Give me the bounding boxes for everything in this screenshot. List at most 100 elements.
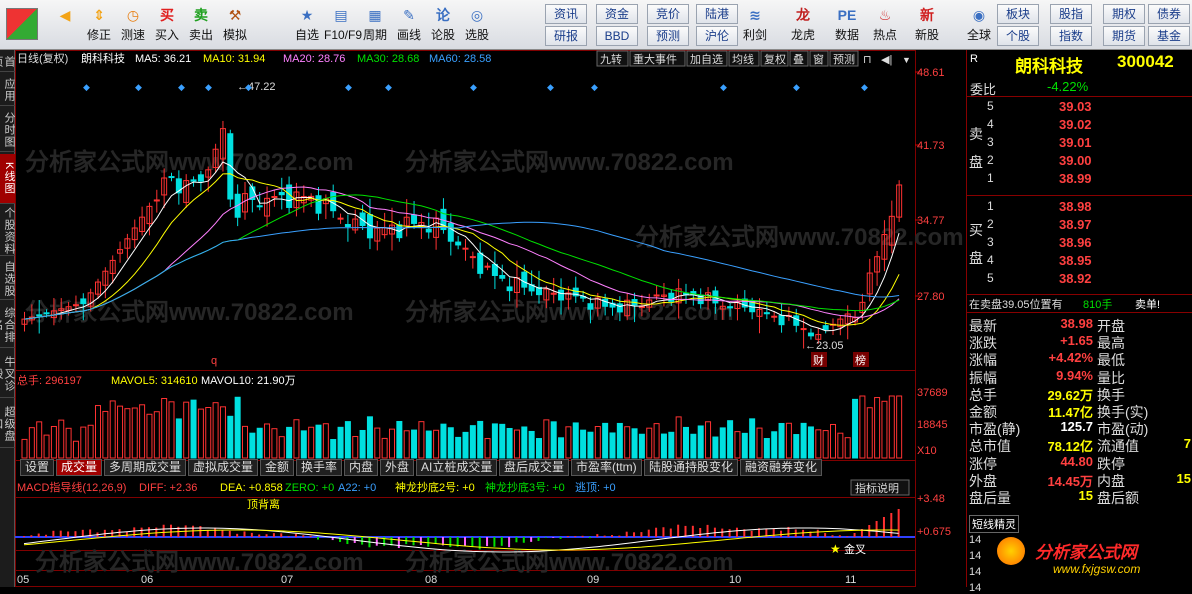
sell-price[interactable]: 39.02 bbox=[1059, 117, 1092, 132]
event-marker-icon[interactable]: ◆ bbox=[591, 82, 598, 92]
market-button-5[interactable]: 指数 bbox=[1050, 26, 1092, 46]
speed-test-button[interactable]: ◷ 测速 bbox=[116, 2, 150, 48]
indicator-tab-2[interactable]: 多周期成交量 bbox=[104, 459, 187, 476]
event-marker-icon[interactable]: ◆ bbox=[245, 82, 252, 92]
indicator-tab-1[interactable]: 成交量 bbox=[56, 459, 103, 476]
market-button-2[interactable]: 期权 bbox=[1103, 4, 1145, 24]
sidebar-tab-7[interactable]: 牛叉诊股 bbox=[0, 350, 15, 398]
sidebar-tab-5[interactable]: 自选股 bbox=[0, 258, 15, 300]
discuss-button[interactable]: 论论股 bbox=[426, 2, 460, 48]
dragon-tiger-button[interactable]: 龙龙虎 bbox=[786, 2, 820, 48]
event-marker-icon[interactable]: ◆ bbox=[345, 82, 352, 92]
market-button-7[interactable]: 基金 bbox=[1148, 26, 1190, 46]
indicator-tab-4[interactable]: 金额 bbox=[260, 459, 295, 476]
fix-button[interactable]: ⇕ 修正 bbox=[82, 2, 116, 48]
chart-button-label: 窗 bbox=[813, 52, 824, 66]
event-marker-icon[interactable]: ◆ bbox=[547, 82, 554, 92]
chart-area[interactable]: 分析家公式网www.70822.com 分析家公式网www.70822.com 分析… bbox=[15, 50, 965, 587]
quick-button-0[interactable]: 资讯 bbox=[545, 4, 587, 24]
global-button[interactable]: ◉ 全球 bbox=[962, 2, 996, 48]
quick-button-5[interactable]: BBD bbox=[596, 26, 638, 46]
event-marker-icon[interactable]: ◆ bbox=[470, 82, 477, 92]
indicator-tab-6[interactable]: 内盘 bbox=[344, 459, 379, 476]
period-button[interactable]: ▦ 周期 bbox=[358, 2, 392, 48]
sidebar-tab-4[interactable]: 个股资料 bbox=[0, 206, 15, 256]
stock-picker-button[interactable]: ◎ 选股 bbox=[460, 2, 494, 48]
market-button-1[interactable]: 股指 bbox=[1050, 4, 1092, 24]
volume-bar bbox=[594, 426, 601, 459]
indicator-tab-3[interactable]: 虚拟成交量 bbox=[188, 459, 259, 476]
speaker-icon[interactable]: ◀| bbox=[881, 54, 892, 66]
quick-button-3[interactable]: 陆港 bbox=[696, 4, 738, 24]
simulate-button[interactable]: ⚒ 模拟 bbox=[218, 2, 252, 48]
market-button-4[interactable]: 个股 bbox=[997, 26, 1039, 46]
sidebar-tab-1[interactable]: 应用 bbox=[0, 74, 15, 106]
sidebar-tab-6[interactable]: 综合排名 bbox=[0, 302, 15, 348]
new-stock-button[interactable]: 新新股 bbox=[910, 2, 944, 48]
hotspot-button[interactable]: ♨ 热点 bbox=[868, 2, 902, 48]
mark-q[interactable]: q bbox=[211, 355, 217, 367]
buy-price[interactable]: 38.98 bbox=[1059, 199, 1092, 214]
buy-price[interactable]: 38.97 bbox=[1059, 217, 1092, 232]
market-button-3[interactable]: 债券 bbox=[1148, 4, 1190, 24]
quick-button-6[interactable]: 预测 bbox=[647, 26, 689, 46]
buy-price[interactable]: 38.96 bbox=[1059, 235, 1092, 250]
event-marker-icon[interactable]: ◆ bbox=[720, 82, 727, 92]
draw-line-button[interactable]: ✎ 画线 bbox=[392, 2, 426, 48]
left-sidebar: 首页应用分时图 K线图个股资料自选股综合排名牛叉诊股超级盘口 bbox=[0, 50, 15, 587]
quick-button-1[interactable]: 资金 bbox=[596, 4, 638, 24]
sell-price[interactable]: 38.99 bbox=[1059, 171, 1092, 186]
sidebar-tab-8[interactable]: 超级盘口 bbox=[0, 400, 15, 448]
event-marker-icon[interactable]: ◆ bbox=[83, 82, 90, 92]
buy-price[interactable]: 38.92 bbox=[1059, 271, 1092, 286]
candle-body bbox=[558, 289, 565, 301]
indicator-tab-8[interactable]: AI立桩成交量 bbox=[416, 459, 498, 476]
volume-bar bbox=[690, 433, 697, 459]
buy-price[interactable]: 38.95 bbox=[1059, 253, 1092, 268]
indicator-tab-11[interactable]: 陆股通持股变化 bbox=[644, 459, 739, 476]
data-button[interactable]: PE 数据 bbox=[830, 2, 864, 48]
event-marker-icon[interactable]: ◆ bbox=[385, 82, 392, 92]
f10-button[interactable]: ▤ F10/F9 bbox=[324, 2, 362, 48]
market-button-0[interactable]: 板块 bbox=[997, 4, 1039, 24]
kline-svg[interactable]: 分析家公式网www.70822.com 分析家公式网www.70822.com 分析… bbox=[15, 50, 965, 587]
dragon-tiger-button-label: 龙虎 bbox=[790, 28, 815, 42]
duanxian-title[interactable]: 短线精灵 bbox=[969, 515, 1019, 533]
volume-bar bbox=[139, 404, 146, 459]
sidebar-tab-0[interactable]: 首页 bbox=[0, 52, 15, 72]
quick-button-4[interactable]: 研报 bbox=[545, 26, 587, 46]
sell-button[interactable]: 卖卖出 bbox=[184, 2, 218, 48]
event-marker-icon[interactable]: ◆ bbox=[178, 82, 185, 92]
sell-price[interactable]: 39.00 bbox=[1059, 153, 1092, 168]
sidebar-tab-2[interactable]: 分时图 bbox=[0, 108, 15, 152]
indicator-tab-7[interactable]: 外盘 bbox=[380, 459, 415, 476]
indicator-tab-0[interactable]: 设置 bbox=[20, 459, 55, 476]
volume-bar bbox=[638, 433, 645, 459]
sword-button[interactable]: ≋ 利剑 bbox=[738, 2, 772, 48]
event-marker-icon[interactable]: ◆ bbox=[793, 82, 800, 92]
lock-icon[interactable]: ⊓ bbox=[863, 54, 872, 66]
sell-price[interactable]: 39.03 bbox=[1059, 99, 1092, 114]
stat-value: 9.94% bbox=[1056, 367, 1093, 383]
event-marker-icon[interactable]: ◆ bbox=[205, 82, 212, 92]
indicator-tab-12[interactable]: 融资融券变化 bbox=[740, 459, 823, 476]
volume-bar bbox=[822, 430, 829, 459]
indicator-tab-10[interactable]: 市盈率(ttm) bbox=[571, 459, 642, 476]
quick-button-2[interactable]: 竞价 bbox=[647, 4, 689, 24]
indicator-tab-5[interactable]: 换手率 bbox=[296, 459, 343, 476]
dropdown-icon[interactable]: ▼ bbox=[902, 55, 911, 65]
x-axis-label: 11 bbox=[845, 574, 856, 586]
quick-button-7[interactable]: 沪伦 bbox=[696, 26, 738, 46]
home-grid-icon[interactable] bbox=[6, 8, 38, 40]
sidebar-tab-3[interactable]: K线图 bbox=[0, 154, 15, 204]
event-marker-icon[interactable]: ◆ bbox=[135, 82, 142, 92]
global-button-label: 全球 bbox=[966, 28, 991, 42]
watchlist-button[interactable]: ★ 自选 bbox=[290, 2, 324, 48]
buy-button[interactable]: 买买入 bbox=[150, 2, 184, 48]
back-button[interactable]: ◀ bbox=[48, 2, 82, 48]
indicator-tab-9[interactable]: 盘后成交量 bbox=[499, 459, 570, 476]
sell-price[interactable]: 39.01 bbox=[1059, 135, 1092, 150]
volume-bar bbox=[624, 426, 631, 459]
event-marker-icon[interactable]: ◆ bbox=[861, 82, 868, 92]
market-button-6[interactable]: 期货 bbox=[1103, 26, 1145, 46]
